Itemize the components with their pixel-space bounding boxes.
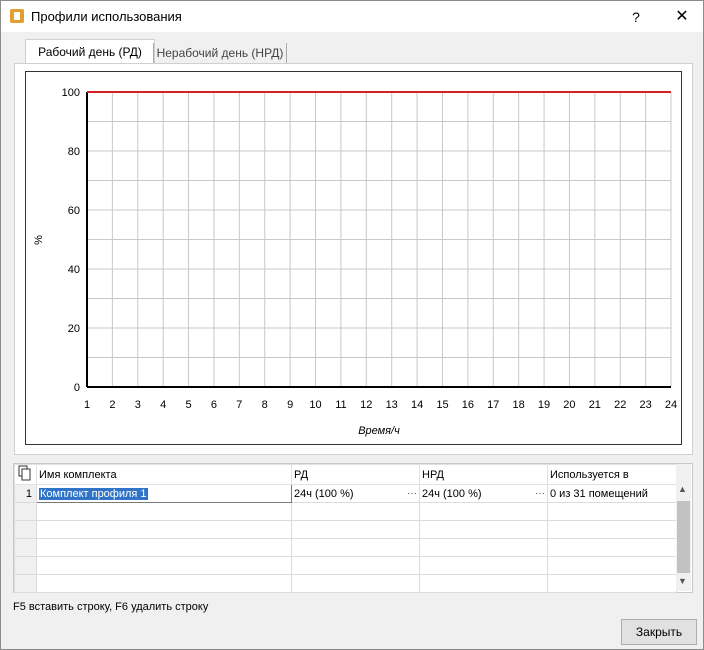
column-header-name[interactable]: Имя комплекта <box>36 464 292 485</box>
x-tick-label: 5 <box>186 399 192 411</box>
window-title: Профили использования <box>31 9 182 24</box>
copy-icon[interactable] <box>14 464 37 485</box>
title-bar: Профили использования ? ✕ <box>1 1 703 32</box>
empty-row <box>14 520 677 539</box>
tab-panel: 0 20 40 60 80 100 1 2 3 4 5 6 7 8 9 10 11 12 13 14 15 16 17 18 1… <box>14 63 693 455</box>
close-button[interactable]: Закрыть <box>621 619 697 645</box>
x-tick-label: 20 <box>563 399 575 411</box>
x-tick-label: 7 <box>236 399 242 411</box>
x-tick-label: 19 <box>538 399 550 411</box>
table-header-row: Имя комплекта РД НРД Используется в <box>14 464 677 485</box>
row-number: 1 <box>14 484 37 503</box>
tab-working-day[interactable]: Рабочий день (РД) <box>25 39 155 64</box>
y-tick-label: 100 <box>62 87 80 99</box>
x-axis-label: Время/ч <box>358 425 400 437</box>
profile-name-input[interactable]: Комплект профиля 1 <box>36 484 292 503</box>
x-tick-label: 24 <box>665 399 677 411</box>
x-tick-label: 13 <box>386 399 398 411</box>
chart-frame: 0 20 40 60 80 100 1 2 3 4 5 6 7 8 9 10 11 12 13 14 15 16 17 18 1… <box>25 71 682 445</box>
nrd-edit-button[interactable]: ··· <box>535 488 545 499</box>
empty-row <box>14 574 677 593</box>
close-window-button[interactable]: ✕ <box>667 5 697 29</box>
x-tick-label: 16 <box>462 399 474 411</box>
empty-row <box>14 502 677 521</box>
y-tick-label: 60 <box>68 205 80 217</box>
dialog-window: Профили использования ? ✕ Рабочий день (… <box>0 0 704 650</box>
x-tick-label: 8 <box>262 399 268 411</box>
rd-cell[interactable]: 24ч (100 %) ··· <box>291 484 420 503</box>
column-header-used[interactable]: Используется в <box>547 464 677 485</box>
rd-value: 24ч (100 %) <box>294 487 354 500</box>
profile-table: Имя комплекта РД НРД Используется в 1 Ко… <box>13 463 693 593</box>
x-tick-label: 14 <box>411 399 423 411</box>
shortcut-hint: F5 вставить строку, F6 удалить строку <box>13 601 209 613</box>
nrd-cell[interactable]: 24ч (100 %) ··· <box>419 484 548 503</box>
scroll-thumb[interactable] <box>677 501 690 573</box>
x-tick-label: 22 <box>614 399 626 411</box>
x-tick-label: 21 <box>589 399 601 411</box>
used-cell: 0 из 31 помещений <box>547 484 677 503</box>
x-tick-label: 9 <box>287 399 293 411</box>
x-tick-label: 1 <box>84 399 90 411</box>
x-tick-label: 17 <box>487 399 499 411</box>
profile-grid: Имя комплекта РД НРД Используется в 1 Ко… <box>14 464 677 593</box>
tab-non-working-day[interactable]: Нерабочий день (НРД) <box>153 43 287 63</box>
scroll-down-icon[interactable]: ▼ <box>678 576 687 586</box>
x-tick-label: 10 <box>309 399 321 411</box>
y-tick-label: 20 <box>68 323 80 335</box>
tab-bar: Рабочий день (РД) Нерабочий день (НРД) <box>1 39 703 65</box>
x-tick-label: 2 <box>109 399 115 411</box>
usage-chart: 0204060801001 2 3 4 5 6 7 8 9 10 11 12 13 14 15 16 17 18 1… <box>33 87 677 437</box>
column-header-nrd[interactable]: НРД <box>419 464 548 485</box>
rd-edit-button[interactable]: ··· <box>407 488 417 499</box>
x-tick-label: 15 <box>436 399 448 411</box>
y-axis-label: % <box>33 235 45 245</box>
empty-row <box>14 538 677 557</box>
x-tick-label: 23 <box>639 399 651 411</box>
y-tick-label: 80 <box>68 146 80 158</box>
nrd-value: 24ч (100 %) <box>422 487 482 500</box>
x-tick-label: 6 <box>211 399 217 411</box>
scroll-up-icon[interactable]: ▲ <box>678 484 687 494</box>
help-button[interactable]: ? <box>623 5 649 29</box>
x-tick-label: 3 <box>135 399 141 411</box>
y-tick-label: 40 <box>68 264 80 276</box>
x-tick-label: 11 <box>335 399 346 411</box>
x-tick-label: 12 <box>360 399 372 411</box>
table-row[interactable]: 1 Комплект профиля 1 24ч (100 %) ··· 24ч … <box>14 484 677 503</box>
column-header-rd[interactable]: РД <box>291 464 420 485</box>
y-tick-label: 0 <box>74 382 80 394</box>
x-tick-label: 18 <box>513 399 525 411</box>
profile-name-text: Комплект профиля 1 <box>39 487 148 500</box>
empty-row <box>14 556 677 575</box>
app-icon <box>10 9 24 23</box>
x-tick-label: 4 <box>160 399 166 411</box>
vertical-scrollbar[interactable]: ▲ ▼ <box>676 464 691 591</box>
